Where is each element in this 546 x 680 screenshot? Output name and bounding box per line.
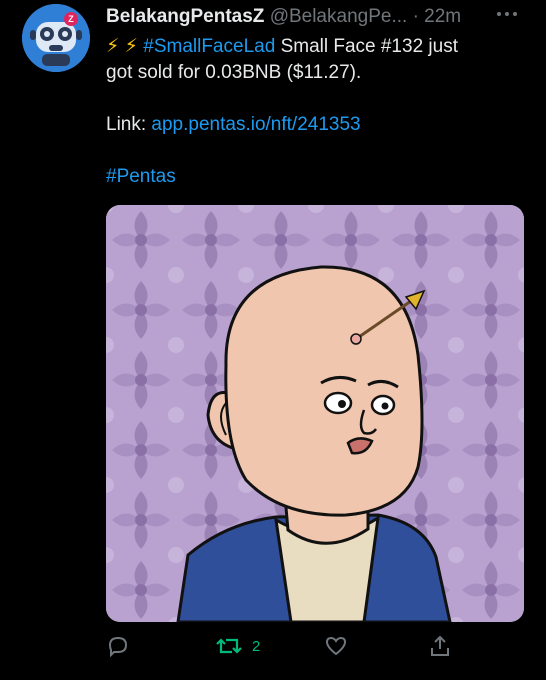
tweet-text: ⚡ ⚡ #SmallFaceLad Small Face #132 just g… <box>106 34 526 190</box>
separator-dot: · <box>412 6 419 27</box>
nft-link[interactable]: app.pentas.io/nft/241353 <box>151 114 360 135</box>
nft-character-illustration <box>106 205 524 622</box>
tweet-text-line2: got sold for 0.03BNB ($11.27). <box>106 62 362 83</box>
reply-icon <box>108 636 128 658</box>
heart-icon <box>325 636 347 656</box>
hashtag-pentas[interactable]: #Pentas <box>106 166 176 187</box>
like-button[interactable] <box>324 630 348 662</box>
tweet-text-line1: Small Face #132 just <box>280 36 458 57</box>
more-options-icon[interactable] <box>496 10 518 18</box>
tweet-media-image[interactable] <box>106 205 524 622</box>
timestamp[interactable]: 22m <box>424 6 461 27</box>
user-handle[interactable]: @BelakangPe... <box>270 6 408 27</box>
tweet-actions: 2 <box>106 630 526 662</box>
tweet-header: BelakangPentasZ @BelakangPe... · 22m <box>106 6 526 32</box>
reply-button[interactable] <box>106 630 130 662</box>
retweet-icon <box>216 638 242 654</box>
hashtag-smallfacelad[interactable]: #SmallFaceLad <box>143 36 275 57</box>
display-name[interactable]: BelakangPentasZ <box>106 6 264 27</box>
retweet-button[interactable]: 2 <box>216 630 260 662</box>
share-button[interactable] <box>428 630 452 662</box>
avatar-robot-icon <box>22 4 90 72</box>
link-label: Link: <box>106 114 147 135</box>
share-icon <box>431 635 449 656</box>
retweet-count: 2 <box>252 637 261 655</box>
avatar-badge: Z <box>64 12 78 26</box>
lightning-emoji: ⚡ ⚡ <box>106 36 138 57</box>
avatar[interactable] <box>22 4 90 72</box>
